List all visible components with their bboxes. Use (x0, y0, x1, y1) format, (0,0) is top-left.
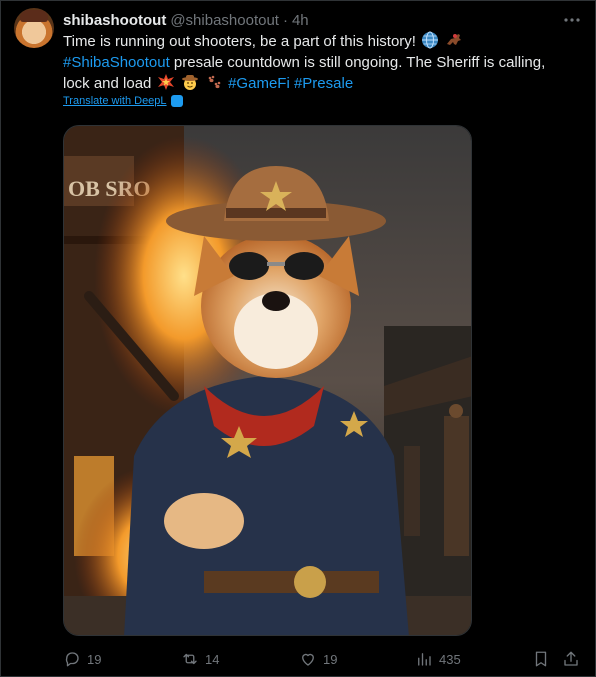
bookmark-button[interactable] (532, 646, 550, 672)
tweet-line-3-text: lock and load (63, 75, 152, 92)
tweet-card[interactable]: shibashootout @shibashootout · 4h Time i… (0, 0, 596, 677)
more-options-icon[interactable] (561, 9, 583, 31)
timestamp[interactable]: 4h (292, 12, 309, 29)
tweet-line-2: #ShibaShootout presale countdown is stil… (63, 53, 583, 74)
avatar-hat-icon (20, 10, 48, 22)
tweet-actions: 19 14 19 435 (1, 646, 596, 672)
tweet-header: shibashootout @shibashootout · 4h (63, 10, 309, 30)
translate-label[interactable]: Translate with DeepL (63, 95, 167, 107)
bookmark-icon (535, 651, 547, 667)
horse-racing-emoji-icon (447, 34, 462, 45)
globe-emoji-icon (422, 31, 439, 49)
repost-button[interactable]: 14 (181, 646, 219, 672)
reply-count: 19 (87, 651, 102, 667)
share-icon (564, 651, 578, 666)
paw-prints-emoji-icon (208, 75, 221, 89)
reply-button[interactable]: 19 (63, 646, 101, 672)
translate-link[interactable]: Translate with DeepL (63, 95, 183, 107)
hashtag-gamefi[interactable]: #GameFi (228, 75, 290, 92)
share-button[interactable] (562, 646, 580, 672)
views-count: 435 (439, 651, 461, 667)
cowboy-face-emoji-icon (181, 75, 198, 90)
tweet-line-3: lock and load #GameFi #Presale (63, 73, 583, 95)
hashtag-presale[interactable]: #Presale (294, 75, 353, 92)
tweet-media-image[interactable]: OB SRO (63, 125, 472, 636)
views-icon (418, 653, 431, 666)
tweet-line-1-text: Time is running out shooters, be a part … (63, 33, 416, 50)
tweet-line-1: Time is running out shooters, be a part … (63, 31, 583, 53)
avatar[interactable] (14, 8, 54, 48)
explosion-emoji-icon (157, 74, 174, 90)
hashtag-shibashootout[interactable]: #ShibaShootout (63, 54, 170, 71)
like-button[interactable]: 19 (299, 646, 337, 672)
tweet-line-2-text: presale countdown is still ongoing. The … (169, 53, 546, 71)
handle[interactable]: @shibashootout (170, 12, 279, 29)
separator-dot: · (282, 11, 288, 29)
repost-icon (183, 653, 197, 665)
heart-icon (302, 653, 314, 666)
like-count: 19 (323, 651, 338, 667)
views-button[interactable]: 435 (415, 646, 461, 672)
deepl-icon (170, 95, 183, 107)
display-name[interactable]: shibashootout (63, 12, 166, 29)
shiba-cowboy-sheriff-image: OB SRO (64, 126, 471, 635)
tweet-text: Time is running out shooters, be a part … (63, 31, 583, 95)
reply-icon (65, 652, 79, 667)
repost-count: 14 (205, 651, 220, 667)
